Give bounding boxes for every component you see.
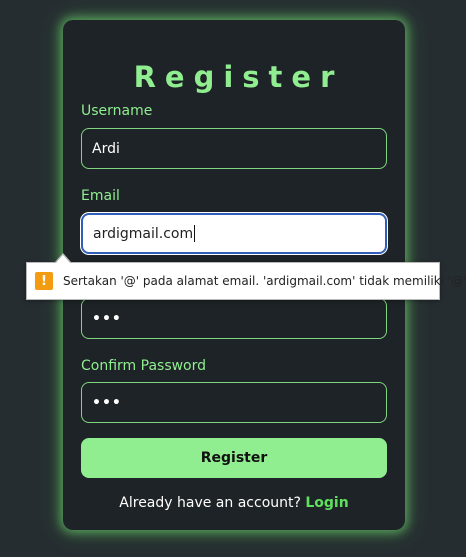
confirm-password-input[interactable]: ••• xyxy=(81,382,387,423)
text-caret xyxy=(194,225,196,242)
username-label: Username xyxy=(81,103,153,119)
register-button[interactable]: Register xyxy=(81,438,387,478)
page-title: Register xyxy=(133,60,344,94)
login-link[interactable]: Login xyxy=(305,495,348,511)
login-prompt-text: Already have an account? xyxy=(119,495,301,511)
login-prompt: Already have an account? Login xyxy=(63,494,405,512)
username-input[interactable]: Ardi xyxy=(81,128,387,169)
email-validation-tooltip: ! Sertakan '@' pada alamat email. 'ardig… xyxy=(26,262,466,300)
email-value: ardigmail.com xyxy=(93,225,194,242)
username-value: Ardi xyxy=(92,140,120,157)
email-label: Email xyxy=(81,188,120,204)
confirm-password-value: ••• xyxy=(92,394,122,411)
warning-icon: ! xyxy=(35,272,53,290)
password-value: ••• xyxy=(92,310,122,327)
email-input[interactable]: ardigmail.com xyxy=(81,213,387,254)
password-input[interactable]: ••• xyxy=(81,298,387,339)
tooltip-arrow-fill xyxy=(55,255,71,264)
confirm-password-label: Confirm Password xyxy=(81,358,207,374)
validation-message: Sertakan '@' pada alamat email. 'ardigma… xyxy=(63,274,466,288)
